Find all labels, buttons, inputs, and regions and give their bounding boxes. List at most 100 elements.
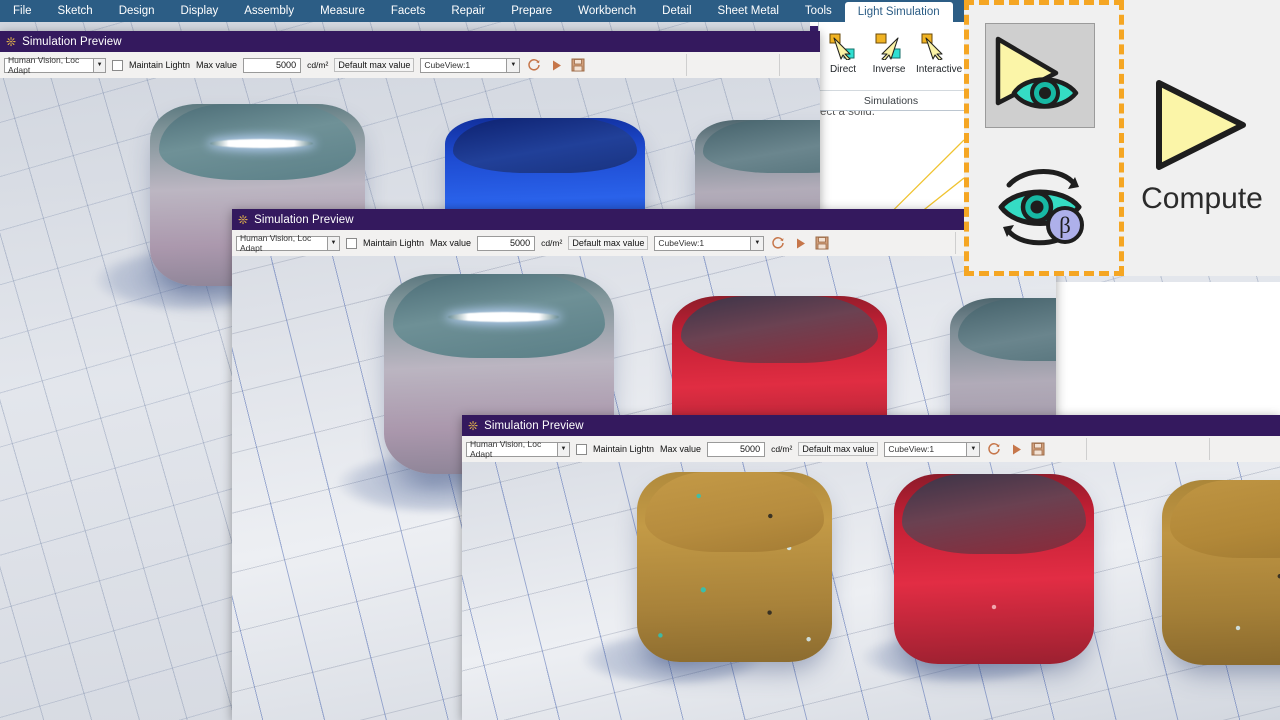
ribbon-button-direct[interactable]: Direct xyxy=(824,28,862,75)
interactive-simulation-button[interactable]: β xyxy=(989,155,1093,255)
toolbar-separator xyxy=(1209,438,1210,460)
play-icon[interactable] xyxy=(548,57,564,73)
max-value-input[interactable]: 5000 xyxy=(707,441,766,457)
refresh-icon[interactable] xyxy=(986,441,1002,457)
render-cube-red-speckled xyxy=(894,474,1094,664)
window-title: Simulation Preview xyxy=(22,35,122,48)
max-value-label: Max value xyxy=(196,60,238,70)
ribbon-tab-file[interactable]: File xyxy=(0,0,45,22)
ribbon-tab-tools[interactable]: Tools xyxy=(792,0,845,22)
cube-top-face xyxy=(453,118,637,173)
sensor-dropdown[interactable]: CubeView:1 ▼ xyxy=(654,235,765,251)
chevron-down-icon: ▼ xyxy=(93,58,105,72)
render-cube-speckled-gold xyxy=(637,472,832,662)
window-titlebar[interactable]: ❊ Simulation Preview xyxy=(232,209,1056,230)
play-icon[interactable] xyxy=(1008,441,1024,457)
vision-mode-value: Human Vision, Loc Adapt xyxy=(470,439,542,459)
cube-top-face xyxy=(702,120,820,173)
vision-mode-value: Human Vision, Loc Adapt xyxy=(8,55,80,75)
chevron-down-icon: ▼ xyxy=(966,442,980,456)
sensor-dropdown[interactable]: CubeView:1 ▼ xyxy=(884,441,981,457)
ribbon-tab-display[interactable]: Display xyxy=(168,0,232,22)
ribbon-tab-measure[interactable]: Measure xyxy=(307,0,378,22)
maintain-lightness-checkbox[interactable] xyxy=(112,59,123,71)
max-value-label: Max value xyxy=(660,444,702,454)
ribbon-group-simulations: Direct Inverse Interactive Simulations xyxy=(818,22,964,111)
svg-text:β: β xyxy=(1059,213,1071,238)
vision-mode-dropdown[interactable]: Human Vision, Loc Adapt ▼ xyxy=(466,439,570,459)
ribbon-tab-repair[interactable]: Repair xyxy=(438,0,498,22)
maintain-lightness-checkbox[interactable] xyxy=(576,443,587,455)
cube-specular-highlight xyxy=(448,312,559,322)
simulation-preview-window-3[interactable]: ❊ Simulation Preview Human Vision, Loc A… xyxy=(462,415,1280,720)
max-value-label: Max value xyxy=(430,238,472,248)
ribbon-tab-assembly[interactable]: Assembly xyxy=(231,0,307,22)
interactive-eye-beta-icon: β xyxy=(998,169,1084,246)
maintain-lightness-checkbox[interactable] xyxy=(346,237,357,249)
toolbar-separator xyxy=(955,232,956,254)
vision-mode-dropdown[interactable]: Human Vision, Loc Adapt ▼ xyxy=(4,55,106,75)
render-canvas-3[interactable] xyxy=(462,462,1280,720)
render-cube-speckled-gold xyxy=(1162,480,1280,665)
refresh-icon[interactable] xyxy=(526,57,542,73)
ribbon-tab-detail[interactable]: Detail xyxy=(649,0,704,22)
cube-top-face xyxy=(958,298,1056,361)
ribbon-tab-sketch[interactable]: Sketch xyxy=(45,0,106,22)
ribbon-button-interactive[interactable]: Interactive xyxy=(916,28,962,75)
ribbon-tab-workbench[interactable]: Workbench xyxy=(565,0,649,22)
play-triangle-icon xyxy=(1156,80,1246,170)
sensor-dropdown[interactable]: CubeView:1 ▼ xyxy=(420,57,521,73)
default-max-value-button[interactable]: Default max value xyxy=(568,236,649,250)
maintain-lightness-label: Maintain Lightn xyxy=(129,60,191,70)
window-title: Simulation Preview xyxy=(254,213,354,226)
chevron-down-icon: ▼ xyxy=(506,58,520,72)
save-disk-icon[interactable] xyxy=(1030,441,1046,457)
toolbar-separator xyxy=(779,54,780,76)
compute-label: Compute xyxy=(1141,182,1263,215)
default-max-value-button[interactable]: Default max value xyxy=(798,442,879,456)
render-floor-grid xyxy=(462,462,1280,720)
window-titlebar[interactable]: ❊ Simulation Preview xyxy=(462,415,1280,436)
vision-mode-dropdown[interactable]: Human Vision, Loc Adapt ▼ xyxy=(236,233,340,253)
preview-simulation-button[interactable] xyxy=(985,23,1095,128)
cursor-arrow-icon xyxy=(916,28,954,64)
compute-play-button[interactable] xyxy=(1140,70,1260,180)
ribbon-tab-prepare[interactable]: Prepare xyxy=(498,0,565,22)
play-icon[interactable] xyxy=(792,235,808,251)
callout-highlight-box: β xyxy=(964,0,1124,276)
preview-eye-play-icon xyxy=(995,36,1079,109)
window-toolbar: Human Vision, Loc Adapt ▼ Maintain Light… xyxy=(462,436,1280,463)
cube-specular-highlight xyxy=(210,138,314,148)
max-value-input[interactable]: 5000 xyxy=(243,57,302,73)
ribbon-button-label: Direct xyxy=(829,64,857,75)
ribbon-tab-design[interactable]: Design xyxy=(106,0,168,22)
save-disk-icon[interactable] xyxy=(570,57,586,73)
ribbon-group-rule xyxy=(818,90,964,91)
cursor-arrow-icon xyxy=(824,28,862,64)
max-value-unit: cd/m² xyxy=(307,60,329,70)
save-disk-icon[interactable] xyxy=(814,235,830,251)
window-toolbar: Human Vision, Loc Adapt ▼ Maintain Light… xyxy=(0,52,820,79)
right-white-panel xyxy=(1048,282,1280,422)
sensor-value: CubeView:1 xyxy=(424,60,471,70)
max-value-unit: cd/m² xyxy=(771,444,793,454)
chevron-down-icon: ▼ xyxy=(327,236,339,250)
ribbon-tab-light-simulation[interactable]: Light Simulation xyxy=(844,2,953,22)
maintain-lightness-label: Maintain Lightn xyxy=(593,444,655,454)
refresh-icon[interactable] xyxy=(770,235,786,251)
chevron-down-icon: ▼ xyxy=(750,236,764,250)
toolbar-separator xyxy=(1086,438,1087,460)
cube-top-face xyxy=(680,296,879,364)
ribbon-tab-sheet-metal[interactable]: Sheet Metal xyxy=(705,0,792,22)
maintain-lightness-label: Maintain Lightn xyxy=(363,238,425,248)
simulation-snowflake-icon: ❊ xyxy=(6,34,17,49)
max-value-input[interactable]: 5000 xyxy=(477,235,536,251)
default-max-value-button[interactable]: Default max value xyxy=(334,58,415,72)
window-titlebar[interactable]: ❊ Simulation Preview xyxy=(0,31,820,52)
cursor-arrow-icon xyxy=(870,28,908,64)
ribbon-tab-facets[interactable]: Facets xyxy=(378,0,439,22)
cube-top-face xyxy=(644,472,825,552)
window-title: Simulation Preview xyxy=(484,419,584,432)
ribbon-button-inverse[interactable]: Inverse xyxy=(870,28,908,75)
chevron-down-icon: ▼ xyxy=(557,442,569,456)
